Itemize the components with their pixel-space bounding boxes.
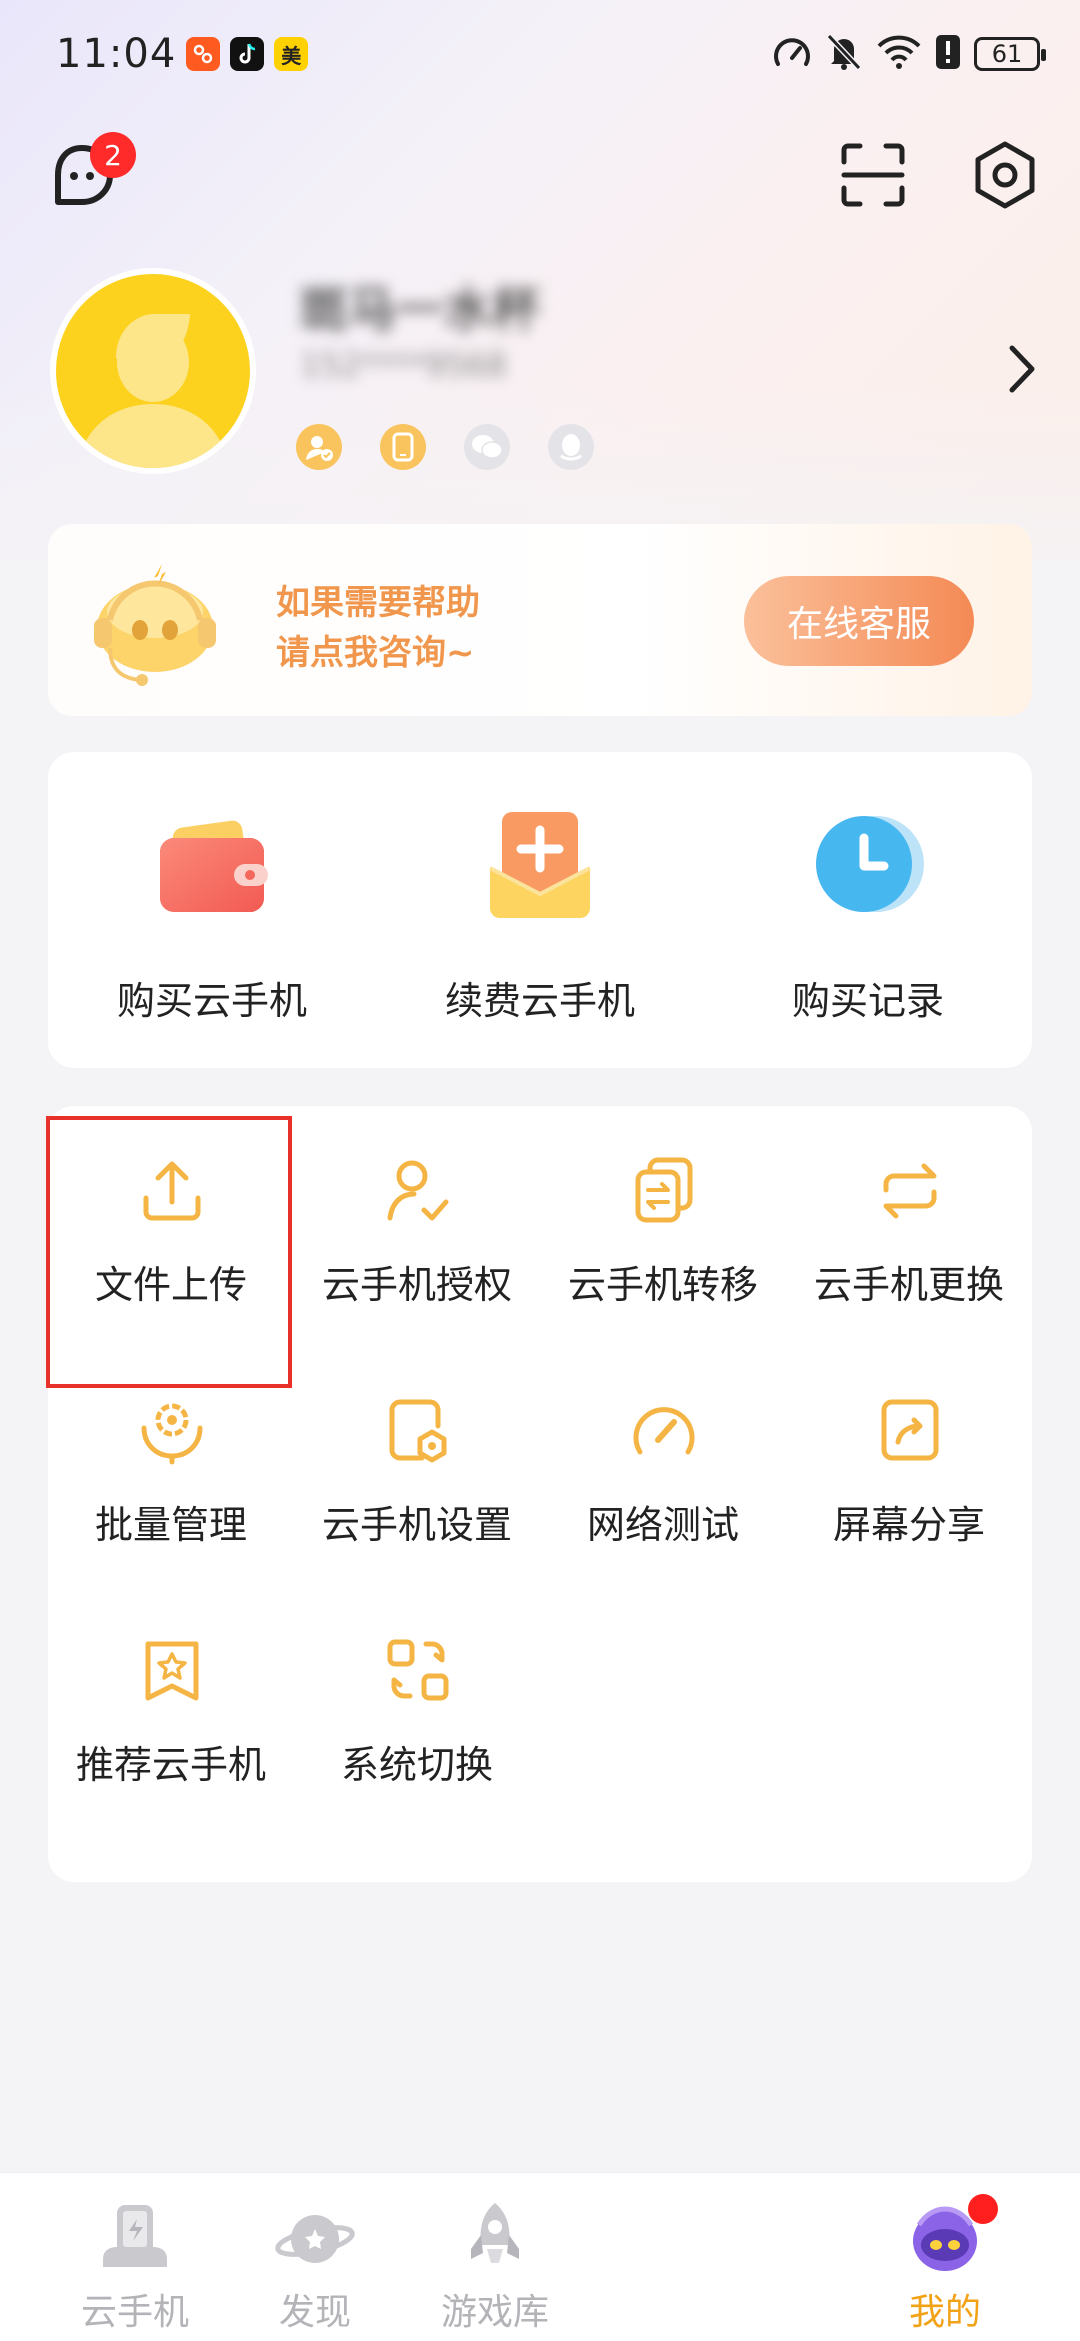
profile-name: 斑马一水杯: [300, 282, 541, 338]
batch-manage-label: 批量管理: [94, 1503, 247, 1547]
cloud-phone-authorize-item[interactable]: 云手机授权: [294, 1106, 540, 1346]
status-time: 11:04: [56, 31, 177, 77]
speedometer-icon: [633, 1407, 695, 1455]
renew-cloud-phone-label: 续费云手机: [444, 979, 635, 1023]
renew-envelope-icon: [489, 812, 591, 918]
purchase-records-label: 购买记录: [791, 979, 944, 1023]
tab-game-library-label: 游戏库: [440, 2292, 549, 2333]
transfer-icon: [635, 1157, 693, 1223]
wechat-icon[interactable]: [464, 424, 510, 470]
help-text-line2: 请点我咨询~: [276, 633, 475, 673]
star-bookmark-icon: [145, 1641, 199, 1701]
system-switch-icon: [387, 1639, 449, 1701]
account-binding-icons: [296, 424, 594, 470]
meituan-icon: 美: [274, 37, 309, 71]
planet-icon: [275, 2215, 355, 2263]
cloud-phone-authorize-label: 云手机授权: [321, 1263, 512, 1307]
recommend-cloud-phone-item[interactable]: 推荐云手机: [48, 1586, 294, 1826]
purchase-records-item[interactable]: 购买记录: [704, 752, 1032, 1068]
tab-mine[interactable]: 我的: [810, 2173, 1080, 2341]
rocket-icon: [471, 2203, 519, 2263]
network-test-item[interactable]: 网络测试: [540, 1346, 786, 1586]
cloud-phone-replace-item[interactable]: 云手机更换: [786, 1106, 1032, 1346]
cloud-phone-transfer-label: 云手机转移: [567, 1263, 758, 1307]
user-check-icon: [387, 1160, 449, 1221]
battery-level: 61: [991, 40, 1023, 68]
clock-icon: [816, 816, 924, 912]
batch-gear-icon: [141, 1403, 203, 1465]
message-badge: 2: [90, 132, 136, 178]
cloud-phone-replace-label: 云手机更换: [813, 1263, 1004, 1307]
screen-share-item[interactable]: 屏幕分享: [786, 1346, 1032, 1586]
xiaohongshu-icon: [186, 37, 221, 71]
profile-phone: 152****9568: [300, 346, 507, 384]
default-avatar-icon: [78, 314, 228, 468]
system-switch-label: 系统切换: [340, 1743, 493, 1787]
gear-icon: [975, 141, 1035, 209]
bottom-nav: 云手机 发现 游戏库 我的: [0, 2172, 1080, 2341]
online-support-button[interactable]: 在线客服: [744, 576, 974, 666]
settings-button[interactable]: [968, 138, 1042, 212]
cloud-phone-settings-item[interactable]: 云手机设置: [294, 1346, 540, 1586]
swap-icon: [883, 1163, 937, 1219]
recommend-cloud-phone-label: 推荐云手机: [75, 1743, 266, 1787]
help-text-line1: 如果需要帮助: [276, 583, 480, 623]
tab-game-library[interactable]: 游戏库: [360, 2173, 630, 2341]
status-bar-left: 11:04 美: [56, 20, 309, 88]
alert-icon: [936, 35, 960, 73]
profile-detail-button[interactable]: [1004, 342, 1038, 396]
battery-indicator: 61: [974, 37, 1046, 71]
tab-mine-label: 我的: [908, 2292, 981, 2333]
cloud-phone-transfer-item[interactable]: 云手机转移: [540, 1106, 786, 1346]
quick-actions-card: 购买云手机 续费云手机 购买记录: [48, 752, 1032, 1068]
chevron-right-icon: [1009, 345, 1035, 393]
screen-share-label: 屏幕分享: [832, 1503, 985, 1547]
help-text: 如果需要帮助 请点我咨询~: [276, 578, 480, 678]
buy-cloud-phone-item[interactable]: 购买云手机: [48, 752, 376, 1068]
notification-dot: [968, 2194, 998, 2224]
avatar[interactable]: [50, 268, 256, 474]
scan-icon: [841, 143, 905, 207]
mute-icon: [826, 33, 862, 75]
highlight-box: [46, 1116, 292, 1388]
phone-bound-icon[interactable]: [380, 424, 426, 470]
renew-cloud-phone-item[interactable]: 续费云手机: [376, 752, 704, 1068]
wallet-icon: [160, 820, 268, 912]
cloud-phone-icon: [103, 2205, 167, 2267]
speed-icon: [772, 34, 812, 74]
network-test-label: 网络测试: [586, 1503, 739, 1547]
status-bar-right: 61: [772, 22, 1046, 86]
wifi-icon: [876, 34, 922, 74]
cloud-phone-settings-label: 云手机设置: [321, 1503, 512, 1547]
real-name-verified-icon[interactable]: [296, 424, 342, 470]
qq-icon[interactable]: [548, 424, 594, 470]
share-screen-icon: [881, 1399, 939, 1461]
buy-cloud-phone-label: 购买云手机: [116, 979, 307, 1023]
tiktok-icon: [230, 37, 265, 71]
phone-settings-icon: [389, 1399, 447, 1463]
support-robot-icon: [70, 550, 240, 700]
scan-button[interactable]: [838, 140, 908, 210]
system-switch-item[interactable]: 系统切换: [294, 1586, 540, 1826]
